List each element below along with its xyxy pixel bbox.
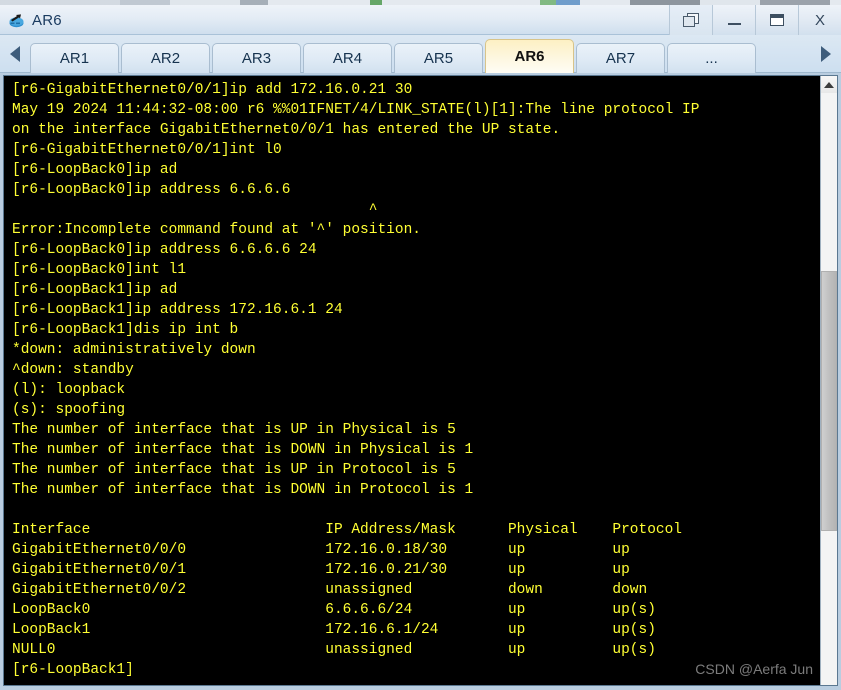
tab-ar6[interactable]: AR6	[485, 38, 574, 73]
maximize-button[interactable]	[755, 5, 798, 35]
terminal-line: NULL0 unassigned up up(s)	[12, 642, 656, 658]
tab-label: AR3	[241, 49, 272, 67]
terminal-line: ^	[12, 202, 378, 218]
chevron-left-icon	[10, 45, 20, 62]
terminal-line: GigabitEthernet0/0/1 172.16.0.21/30 up u…	[12, 562, 630, 578]
maximize-icon	[770, 14, 784, 26]
ar6-cli-window: AR6 X AR1 AR2 AR3 AR4 AR5 AR6 AR7 ... [r…	[0, 5, 841, 690]
close-button[interactable]: X	[798, 5, 841, 35]
tab-label: AR7	[605, 49, 636, 67]
title-bar: AR6 X	[0, 5, 841, 35]
terminal-line: Error:Incomplete command found at '^' po…	[12, 222, 421, 238]
terminal-line: [r6-LoopBack1]ip address 172.16.6.1 24	[12, 302, 343, 318]
terminal-line: [r6-LoopBack0]ip ad	[12, 162, 178, 178]
tab-label: AR2	[150, 49, 181, 67]
terminal-line: [r6-GigabitEthernet0/0/1]ip add 172.16.0…	[12, 82, 413, 98]
terminal-line: (s): spoofing	[12, 402, 126, 418]
scrollbar-thumb[interactable]	[821, 271, 837, 531]
tab-ar7[interactable]: AR7	[576, 42, 665, 73]
chevron-right-icon	[821, 45, 831, 62]
title-bar-left: AR6	[8, 5, 62, 35]
terminal-line: The number of interface that is UP in Pr…	[12, 462, 456, 478]
scrollbar-up-button[interactable]	[821, 76, 837, 93]
terminal-frame: [r6-GigabitEthernet0/0/1]ip add 172.16.0…	[3, 75, 838, 686]
terminal-line: May 19 2024 11:44:32-08:00 r6 %%01IFNET/…	[12, 102, 700, 118]
window-controls: X	[669, 5, 841, 35]
tab-ar4[interactable]: AR4	[303, 42, 392, 73]
tab-bar: AR1 AR2 AR3 AR4 AR5 AR6 AR7 ...	[0, 35, 841, 73]
terminal-line: Interface IP Address/Mask Physical Proto…	[12, 522, 683, 538]
terminal-line: [r6-LoopBack1]dis ip int b	[12, 322, 239, 338]
terminal-line: [r6-LoopBack0]ip address 6.6.6.6	[12, 182, 291, 198]
terminal-line: *down: administratively down	[12, 342, 256, 358]
tab-label: ...	[705, 49, 718, 67]
terminal-line: (l): loopback	[12, 382, 126, 398]
tab-ar3[interactable]: AR3	[212, 42, 301, 73]
terminal-line: LoopBack0 6.6.6.6/24 up up(s)	[12, 602, 656, 618]
chevron-up-icon	[824, 81, 834, 88]
terminal-line: [r6-GigabitEthernet0/0/1]int l0	[12, 142, 282, 158]
window-title: AR6	[32, 11, 62, 29]
terminal-line: The number of interface that is DOWN in …	[12, 442, 474, 458]
tab-list: AR1 AR2 AR3 AR4 AR5 AR6 AR7 ...	[30, 35, 811, 73]
restore-button[interactable]	[669, 5, 712, 35]
tab-ar1[interactable]: AR1	[30, 42, 119, 73]
terminal-line: The number of interface that is DOWN in …	[12, 482, 474, 498]
terminal-line: The number of interface that is UP in Ph…	[12, 422, 456, 438]
minimize-button[interactable]	[712, 5, 755, 35]
tab-scroll-left-button[interactable]	[0, 36, 30, 72]
terminal-line: [r6-LoopBack0]ip address 6.6.6.6 24	[12, 242, 317, 258]
terminal-line: [r6-LoopBack1]	[12, 662, 134, 678]
terminal-line: on the interface GigabitEthernet0/0/1 ha…	[12, 122, 561, 138]
terminal-output[interactable]: [r6-GigabitEthernet0/0/1]ip add 172.16.0…	[4, 76, 820, 685]
terminal-scrollbar[interactable]	[820, 76, 837, 685]
screen: AR6 X AR1 AR2 AR3 AR4 AR5 AR6 AR7 ... [r…	[0, 0, 841, 690]
tab-label: AR5	[423, 49, 454, 67]
tab-label: AR4	[332, 49, 363, 67]
router-icon	[8, 11, 26, 29]
tab-ar2[interactable]: AR2	[121, 42, 210, 73]
tab-label: AR1	[59, 49, 90, 67]
terminal-line: [r6-LoopBack1]ip ad	[12, 282, 178, 298]
tab-ar5[interactable]: AR5	[394, 42, 483, 73]
terminal-line: [r6-LoopBack0]int l1	[12, 262, 187, 278]
tab-scroll-right-button[interactable]	[811, 36, 841, 72]
close-icon: X	[814, 11, 825, 29]
terminal-area: [r6-GigabitEthernet0/0/1]ip add 172.16.0…	[0, 73, 841, 690]
terminal-line: LoopBack1 172.16.6.1/24 up up(s)	[12, 622, 656, 638]
terminal-line: ^down: standby	[12, 362, 134, 378]
minimize-icon	[727, 22, 741, 25]
tab-overflow[interactable]: ...	[667, 42, 756, 73]
terminal-line: GigabitEthernet0/0/0 172.16.0.18/30 up u…	[12, 542, 630, 558]
tab-label: AR6	[514, 47, 545, 65]
terminal-line: GigabitEthernet0/0/2 unassigned down dow…	[12, 582, 648, 598]
scrollbar-track[interactable]	[821, 93, 837, 685]
restore-icon	[682, 12, 700, 28]
